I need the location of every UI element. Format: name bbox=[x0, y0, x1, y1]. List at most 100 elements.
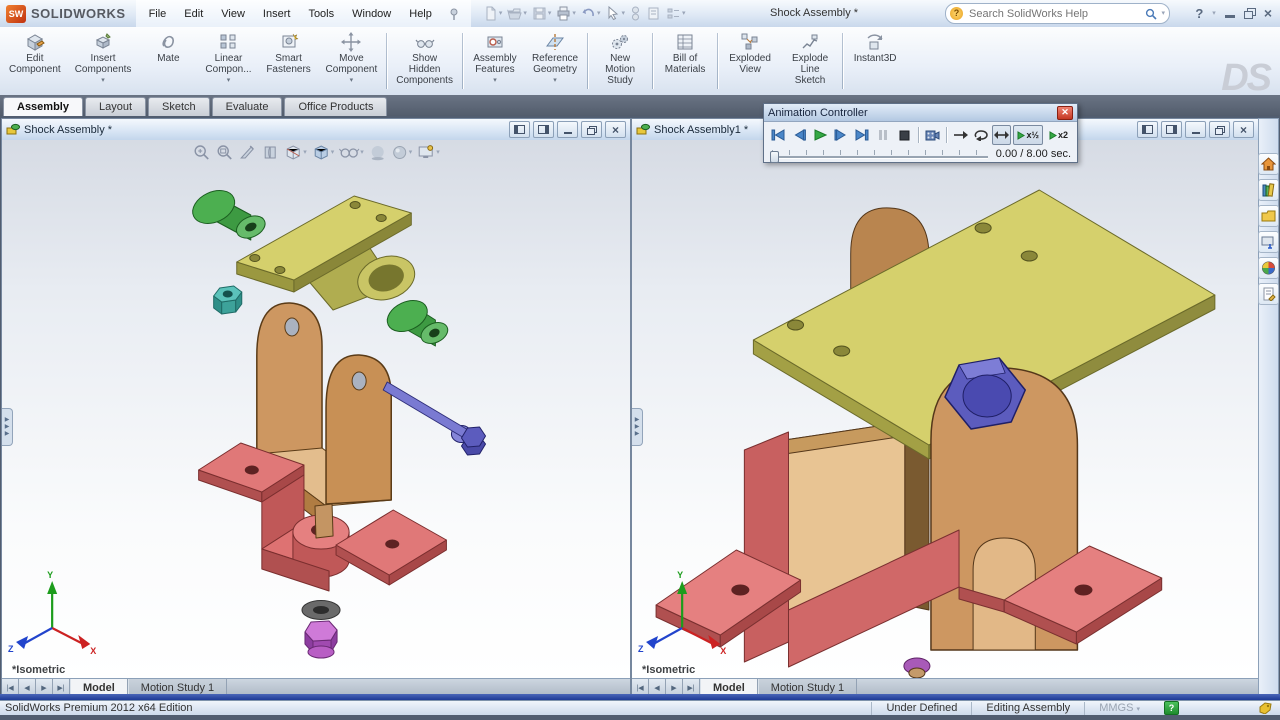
instant3d-button[interactable]: Instant3D bbox=[845, 27, 905, 95]
timeline-track[interactable] bbox=[770, 155, 988, 158]
right-window-restore-button[interactable] bbox=[1209, 121, 1230, 138]
exploded-view-button[interactable]: Exploded View bbox=[720, 27, 780, 95]
menu-file[interactable]: File bbox=[140, 1, 176, 27]
linear-pattern-dropdown[interactable]: ▾ bbox=[227, 76, 231, 84]
right-viewport[interactable]: ▶ ▶ ▶ Y X Z *Isometric bbox=[632, 140, 1258, 679]
open-button[interactable]: ▾ bbox=[505, 5, 529, 22]
assembly-features-dropdown[interactable]: ▾ bbox=[493, 76, 497, 84]
menu-insert[interactable]: Insert bbox=[254, 1, 300, 27]
view-palette-button[interactable] bbox=[1258, 231, 1279, 253]
search-input[interactable] bbox=[967, 6, 1142, 21]
menu-edit[interactable]: Edit bbox=[175, 1, 212, 27]
left-window-restore-button[interactable] bbox=[581, 121, 602, 138]
close-button[interactable]: × bbox=[1264, 6, 1272, 20]
right-pane-toggle-button[interactable] bbox=[533, 121, 554, 138]
help-button[interactable]: ? bbox=[1195, 6, 1203, 21]
insert-components-button[interactable]: Insert Components ▾ bbox=[68, 27, 139, 95]
show-hidden-components-button[interactable]: Show Hidden Components bbox=[389, 27, 460, 95]
go-to-start-button[interactable] bbox=[769, 125, 788, 145]
rotate-view-button[interactable] bbox=[238, 144, 256, 161]
assembly-features-button[interactable]: Assembly Features ▾ bbox=[465, 27, 525, 95]
tab-layout[interactable]: Layout bbox=[84, 97, 147, 116]
reciprocate-playback-button[interactable] bbox=[992, 125, 1012, 145]
print-button[interactable]: ▾ bbox=[554, 5, 578, 22]
help-dropdown[interactable]: ▾ bbox=[1212, 10, 1216, 17]
left-window-titlebar[interactable]: Shock Assembly * × bbox=[2, 119, 630, 141]
animation-controller-close-button[interactable]: ✕ bbox=[1057, 105, 1073, 120]
reference-geometry-button[interactable]: Reference Geometry ▾ bbox=[525, 27, 585, 95]
assembled-model[interactable]: Y X Z bbox=[632, 140, 1258, 679]
tab-sketch[interactable]: Sketch bbox=[148, 97, 210, 116]
normal-playback-button[interactable] bbox=[951, 125, 970, 145]
right-pane-toggle-button[interactable] bbox=[1161, 121, 1182, 138]
search-icon[interactable] bbox=[1145, 8, 1158, 20]
appearances-button[interactable]: ▾ bbox=[391, 144, 413, 161]
menu-tools[interactable]: Tools bbox=[299, 1, 343, 27]
left-window-minimize-button[interactable] bbox=[557, 121, 578, 138]
move-component-dropdown[interactable]: ▾ bbox=[350, 76, 354, 84]
left-viewport[interactable]: ▾ ▾ ▾ ▾ ▾ ▶ ▶ ▶ Y X Z *Isometric bbox=[2, 140, 630, 679]
new-motion-study-button[interactable]: New Motion Study bbox=[590, 27, 650, 95]
go-to-end-button[interactable] bbox=[853, 125, 872, 145]
left-window-close-button[interactable]: × bbox=[605, 121, 626, 138]
feature-manager-collapsed-handle[interactable]: ▶ ▶ ▶ bbox=[632, 408, 643, 446]
reference-geometry-dropdown[interactable]: ▾ bbox=[553, 76, 557, 84]
tab-office-products[interactable]: Office Products bbox=[284, 97, 388, 116]
undo-button[interactable]: ▾ bbox=[579, 5, 603, 22]
new-document-dropdown[interactable]: ▾ bbox=[499, 10, 503, 17]
right-window-close-button[interactable]: × bbox=[1233, 121, 1254, 138]
units-selector[interactable]: MMGS ▾ bbox=[1084, 701, 1154, 715]
bill-of-materials-button[interactable]: Bill of Materials bbox=[655, 27, 715, 95]
minimize-button[interactable] bbox=[1224, 15, 1235, 18]
design-library-button[interactable] bbox=[1258, 179, 1279, 201]
quick-tips-tag-icon[interactable] bbox=[1259, 702, 1272, 714]
loop-playback-button[interactable] bbox=[972, 125, 991, 145]
animation-controller-titlebar[interactable]: Animation Controller ✕ bbox=[764, 104, 1077, 122]
custom-properties-button[interactable] bbox=[1258, 283, 1279, 305]
tab-evaluate[interactable]: Evaluate bbox=[211, 97, 283, 116]
timeline-thumb[interactable] bbox=[770, 150, 779, 163]
section-view-dropdown[interactable]: ▾ bbox=[303, 149, 307, 156]
print-dropdown[interactable]: ▾ bbox=[572, 10, 576, 17]
solidworks-resources-button[interactable] bbox=[1258, 153, 1279, 175]
restore-button[interactable] bbox=[1243, 8, 1256, 19]
edit-component-button[interactable]: Edit Component bbox=[2, 27, 68, 95]
mate-button[interactable]: Mate bbox=[138, 27, 198, 95]
display-style-dropdown[interactable]: ▾ bbox=[331, 149, 335, 156]
select-dropdown[interactable]: ▾ bbox=[621, 10, 625, 17]
insert-components-dropdown[interactable]: ▾ bbox=[101, 76, 105, 84]
scene-settings-button[interactable]: ▾ bbox=[417, 144, 440, 161]
right-window-minimize-button[interactable] bbox=[1185, 121, 1206, 138]
step-forward-button[interactable] bbox=[832, 125, 851, 145]
feature-manager-collapsed-handle[interactable]: ▶ ▶ ▶ bbox=[2, 408, 13, 446]
appearances-dropdown[interactable]: ▾ bbox=[409, 149, 413, 156]
linear-component-pattern-button[interactable]: Linear Compon... ▾ bbox=[198, 27, 258, 95]
options-button[interactable]: ▾ bbox=[664, 5, 688, 22]
rebuild-button[interactable] bbox=[628, 5, 643, 22]
zoom-fit-button[interactable] bbox=[192, 144, 210, 161]
pin-menubar-icon[interactable] bbox=[447, 7, 461, 21]
shadow-toggle-button[interactable] bbox=[369, 144, 386, 161]
menu-help[interactable]: Help bbox=[400, 1, 441, 27]
zoom-area-button[interactable] bbox=[215, 144, 233, 161]
animation-controller[interactable]: Animation Controller ✕ x½ x2 0.00 / 8.00… bbox=[763, 103, 1078, 163]
left-pane-toggle-button[interactable] bbox=[509, 121, 530, 138]
save-dropdown[interactable]: ▾ bbox=[548, 10, 552, 17]
timeline-slider[interactable] bbox=[770, 148, 988, 163]
open-dropdown[interactable]: ▾ bbox=[523, 10, 527, 17]
half-speed-button[interactable]: x½ bbox=[1013, 125, 1043, 145]
save-button[interactable]: ▾ bbox=[530, 5, 554, 22]
menu-view[interactable]: View bbox=[212, 1, 254, 27]
scene-settings-dropdown[interactable]: ▾ bbox=[436, 149, 440, 156]
new-document-button[interactable]: ▾ bbox=[481, 5, 505, 22]
units-dropdown[interactable]: ▾ bbox=[1136, 706, 1140, 713]
options-dropdown[interactable]: ▾ bbox=[682, 10, 686, 17]
smart-fasteners-button[interactable]: Smart Fasteners bbox=[259, 27, 319, 95]
quick-tips-help-button[interactable]: ? bbox=[1164, 701, 1179, 715]
menu-window[interactable]: Window bbox=[343, 1, 400, 27]
select-button[interactable]: ▾ bbox=[603, 5, 627, 22]
step-back-button[interactable] bbox=[790, 125, 809, 145]
move-component-button[interactable]: Move Component ▾ bbox=[319, 27, 385, 95]
display-style-button[interactable]: ▾ bbox=[312, 144, 335, 161]
previous-view-button[interactable] bbox=[261, 144, 279, 161]
